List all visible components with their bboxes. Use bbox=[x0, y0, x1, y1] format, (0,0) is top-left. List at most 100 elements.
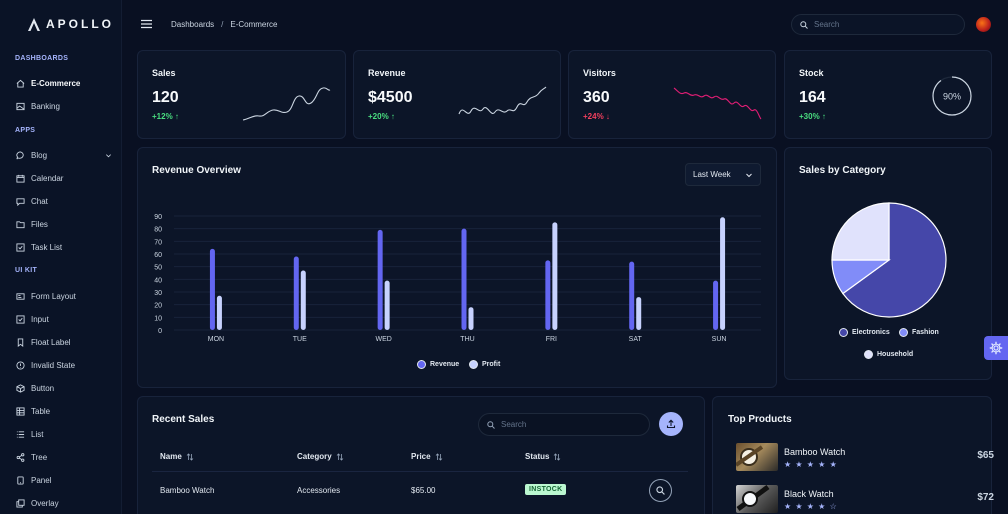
product-item[interactable]: Black Watch ★ ★ ★ ★ ☆ $72 bbox=[736, 485, 994, 514]
avatar[interactable] bbox=[976, 17, 991, 32]
legend-electronics[interactable]: Electronics bbox=[839, 328, 890, 337]
product-thumbnail bbox=[736, 485, 778, 513]
star-rating: ★ ★ ★ ★ ☆ bbox=[784, 502, 838, 511]
settings-button[interactable] bbox=[984, 336, 1008, 360]
sidebar-item-label: Tree bbox=[31, 452, 48, 462]
sidebar-item-calendar[interactable]: Calendar bbox=[16, 170, 112, 186]
sidebar-item-e-commerce[interactable]: E-Commerce bbox=[16, 75, 112, 91]
stat-value: $4500 bbox=[368, 89, 413, 106]
bar-profit[interactable] bbox=[720, 217, 726, 330]
column-header-price[interactable]: Price bbox=[411, 452, 443, 461]
bar-revenue[interactable] bbox=[629, 261, 635, 330]
y-tick-label: 30 bbox=[154, 290, 162, 297]
sidebar-item-input[interactable]: Input bbox=[16, 311, 112, 327]
pie-slice-household[interactable] bbox=[831, 202, 890, 261]
bar-revenue[interactable] bbox=[713, 280, 719, 330]
sidebar-item-invalid-state[interactable]: Invalid State bbox=[16, 357, 112, 373]
period-dropdown[interactable]: Last Week bbox=[685, 163, 761, 186]
bar-profit[interactable] bbox=[300, 270, 306, 330]
breadcrumb-item-e-commerce: E-Commerce bbox=[230, 20, 278, 29]
bar-revenue[interactable] bbox=[545, 260, 551, 330]
sidebar: APOLLO DASHBOARDS E-Commerce Banking APP… bbox=[0, 0, 122, 514]
stat-label: Visitors bbox=[583, 68, 616, 78]
bar-profit[interactable] bbox=[552, 222, 558, 330]
sidebar-item-overlay[interactable]: Overlay bbox=[16, 495, 112, 511]
stat-card-revenue: Revenue $4500 +20% ↑ bbox=[353, 50, 561, 139]
product-item[interactable]: Bamboo Watch ★ ★ ★ ★ ★ $65 bbox=[736, 443, 994, 473]
sidebar-item-form-layout[interactable]: Form Layout bbox=[16, 288, 112, 304]
sidebar-item-files[interactable]: Files bbox=[16, 216, 112, 232]
message-icon bbox=[16, 197, 25, 206]
sidebar-item-chat[interactable]: Chat bbox=[16, 193, 112, 209]
revenue-overview-card: Revenue Overview Last Week 0 10 20 30 40 50 60… bbox=[137, 147, 777, 388]
cell-category: Accessories bbox=[297, 486, 341, 495]
bar-profit[interactable] bbox=[636, 297, 642, 330]
sidebar-item-tree[interactable]: Tree bbox=[16, 449, 112, 465]
sidebar-item-button[interactable]: Button bbox=[16, 380, 112, 396]
y-tick-label: 40 bbox=[154, 277, 162, 284]
search-icon bbox=[487, 420, 495, 429]
breadcrumb-item-dashboards[interactable]: Dashboards bbox=[171, 20, 214, 29]
column-header-status[interactable]: Status bbox=[525, 452, 561, 461]
sidebar-item-label: Button bbox=[31, 383, 55, 393]
sidebar-item-list[interactable]: List bbox=[16, 426, 112, 442]
box-icon bbox=[16, 383, 25, 393]
revenue-sparkline bbox=[458, 86, 547, 115]
section-title-ui-kit: UI KIT bbox=[15, 267, 38, 274]
y-tick-label: 10 bbox=[154, 315, 162, 322]
sidebar-item-float-label[interactable]: Float Label bbox=[16, 334, 112, 350]
bar-profit[interactable] bbox=[384, 280, 390, 330]
bar-revenue[interactable] bbox=[377, 229, 383, 330]
export-button[interactable] bbox=[659, 412, 683, 436]
chat-bubble-icon bbox=[16, 150, 24, 159]
search-icon bbox=[800, 20, 808, 29]
x-tick-label: SUN bbox=[712, 336, 727, 343]
card-title: Sales by Category bbox=[799, 165, 886, 176]
legend-revenue[interactable]: Revenue bbox=[417, 360, 459, 369]
stat-card-sales: Sales 120 +12% ↑ bbox=[137, 50, 346, 139]
bar-revenue[interactable] bbox=[209, 248, 215, 330]
legend-fashion[interactable]: Fashion bbox=[899, 328, 939, 337]
menu-toggle-icon[interactable] bbox=[141, 19, 152, 29]
sidebar-item-label: Chat bbox=[31, 196, 48, 206]
bar-revenue[interactable] bbox=[293, 256, 299, 330]
legend-household[interactable]: Household bbox=[864, 350, 913, 359]
exclamation-circle-icon bbox=[16, 360, 25, 370]
sidebar-item-label: Banking bbox=[31, 101, 60, 111]
chevron-down-icon bbox=[106, 153, 111, 157]
bar-revenue[interactable] bbox=[461, 228, 467, 330]
sidebar-item-panel[interactable]: Panel bbox=[16, 472, 112, 488]
column-header-label: Category bbox=[297, 452, 332, 461]
y-tick-label: 60 bbox=[154, 252, 162, 259]
sidebar-item-label: Overlay bbox=[31, 498, 59, 508]
sidebar-item-label: Calendar bbox=[31, 173, 64, 183]
app-root: APOLLO DASHBOARDS E-Commerce Banking APP… bbox=[0, 0, 1008, 514]
category-pie-chart bbox=[831, 202, 947, 318]
folder-icon bbox=[16, 220, 25, 228]
top-products-card: Top Products Bamboo Watch ★ ★ ★ ★ ★ $65 … bbox=[712, 396, 994, 514]
cell-price: $65.00 bbox=[411, 486, 436, 495]
column-header-name[interactable]: Name bbox=[160, 452, 194, 461]
sidebar-item-blog[interactable]: Blog bbox=[16, 147, 112, 163]
search-input[interactable] bbox=[501, 420, 641, 429]
stat-value: 120 bbox=[152, 89, 179, 106]
revenue-bar-chart: 0 10 20 30 40 50 60 70 80 90 MON TUE WED THU FRI SAT SUN bbox=[154, 214, 761, 343]
brand-logo[interactable]: APOLLO bbox=[28, 17, 114, 31]
recent-sales-card: Recent Sales Name Category Price Status … bbox=[137, 396, 705, 514]
column-header-category[interactable]: Category bbox=[297, 452, 344, 461]
bar-profit[interactable] bbox=[216, 295, 222, 330]
legend-label: Profit bbox=[482, 361, 501, 368]
sidebar-item-table[interactable]: Table bbox=[16, 403, 112, 419]
stat-delta-value: +30% bbox=[799, 112, 820, 121]
star-rating: ★ ★ ★ ★ ★ bbox=[784, 460, 838, 469]
search-input[interactable] bbox=[814, 20, 954, 29]
stat-delta-value: +20% bbox=[368, 112, 389, 121]
stat-label: Sales bbox=[152, 68, 176, 78]
sidebar-item-banking[interactable]: Banking bbox=[16, 98, 112, 114]
section-title-apps: APPS bbox=[15, 127, 36, 134]
view-row-button[interactable] bbox=[649, 479, 672, 502]
bar-profit[interactable] bbox=[468, 307, 474, 330]
y-tick-label: 70 bbox=[154, 239, 162, 246]
sidebar-item-task-list[interactable]: Task List bbox=[16, 239, 112, 255]
legend-profit[interactable]: Profit bbox=[469, 360, 500, 369]
